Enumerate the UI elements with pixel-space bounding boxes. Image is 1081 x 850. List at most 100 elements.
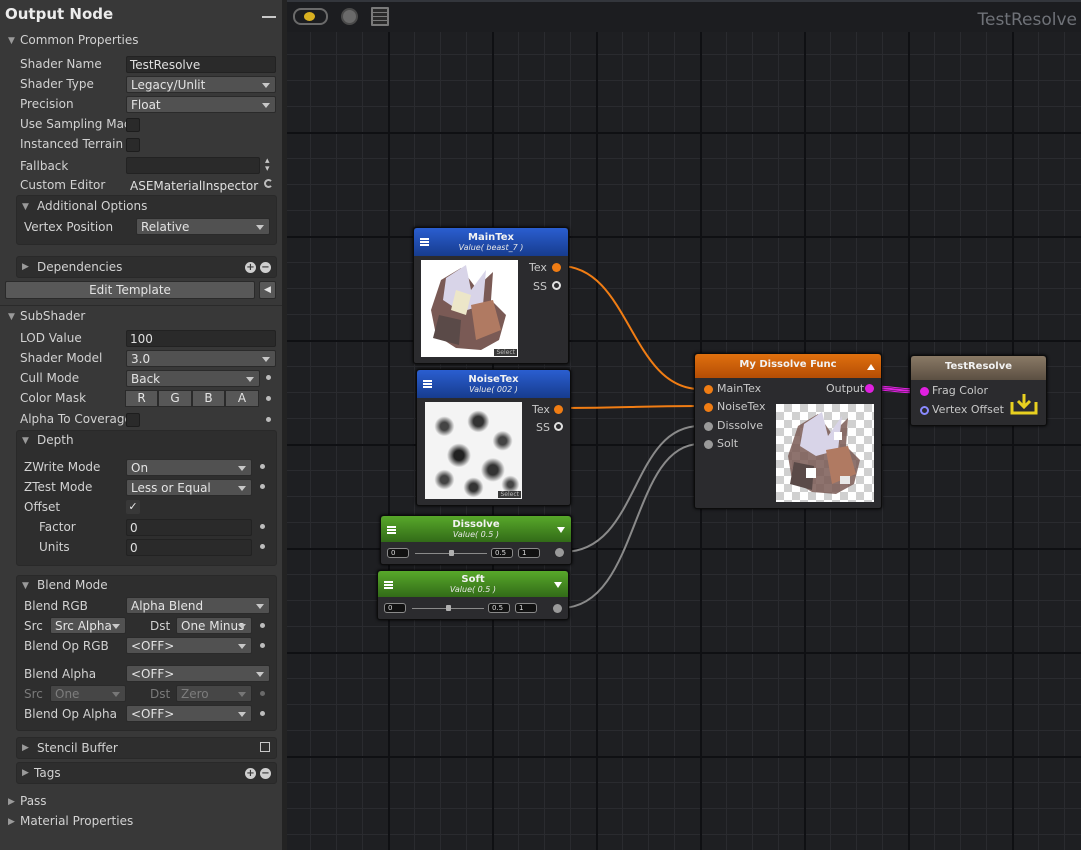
- add-icon[interactable]: +: [245, 262, 256, 273]
- chevron-up-icon[interactable]: [867, 364, 875, 370]
- inline-property-dot[interactable]: [260, 464, 265, 469]
- noise-texture-preview[interactable]: Select: [425, 402, 522, 499]
- float-output-port[interactable]: [555, 548, 564, 557]
- texture-preview[interactable]: Select: [421, 260, 518, 357]
- noisetex-input-port[interactable]: [704, 403, 713, 412]
- min-field[interactable]: 0: [387, 548, 409, 558]
- blend-op-rgb-dropdown[interactable]: <OFF>: [126, 637, 252, 654]
- chevron-down-icon[interactable]: [557, 527, 565, 533]
- slider-knob[interactable]: [446, 605, 451, 611]
- depth-header[interactable]: Depth: [37, 433, 74, 447]
- updown-arrows-icon[interactable]: ▴ ▾: [265, 157, 270, 174]
- inline-property-dot[interactable]: [260, 691, 265, 696]
- color-mask-b-toggle[interactable]: B: [192, 390, 225, 407]
- edit-template-button[interactable]: Edit Template: [5, 281, 255, 299]
- vertex-offset-input-port[interactable]: [920, 406, 929, 415]
- inline-property-dot[interactable]: [260, 484, 265, 489]
- foldout-closed-icon[interactable]: ▶: [22, 262, 29, 272]
- save-download-icon[interactable]: [1010, 392, 1038, 416]
- blend-mode-header[interactable]: Blend Mode: [37, 578, 108, 592]
- color-mask-r-toggle[interactable]: R: [125, 390, 158, 407]
- inline-property-dot[interactable]: [266, 396, 271, 401]
- chevron-down-icon[interactable]: [554, 582, 562, 588]
- node-header[interactable]: My Dissolve Func: [695, 354, 881, 378]
- node-header[interactable]: TestResolve: [911, 356, 1046, 380]
- precision-dropdown[interactable]: Float: [126, 96, 276, 113]
- color-output-port[interactable]: [865, 384, 874, 393]
- max-field[interactable]: 1: [518, 548, 540, 558]
- blend-rgb-dropdown[interactable]: Alpha Blend: [126, 597, 270, 614]
- foldout-closed-icon[interactable]: ▶: [8, 817, 15, 827]
- shader-type-dropdown[interactable]: Legacy/Unlit: [126, 76, 276, 93]
- tex-output-port[interactable]: [554, 405, 563, 414]
- ss-output-port[interactable]: [554, 422, 563, 431]
- frag-color-input-port[interactable]: [920, 387, 929, 396]
- menu-icon[interactable]: [387, 526, 396, 534]
- value-slider[interactable]: [415, 550, 487, 559]
- pass-header[interactable]: Pass: [20, 794, 47, 808]
- instanced-terrain-checkbox[interactable]: [126, 138, 140, 152]
- menu-icon[interactable]: [384, 581, 393, 589]
- inline-property-dot[interactable]: [260, 711, 265, 716]
- shader-model-dropdown[interactable]: 3.0: [126, 350, 276, 367]
- foldout-open-icon[interactable]: ▼: [22, 436, 29, 446]
- float-output-port[interactable]: [553, 604, 562, 613]
- stencil-toggle-checkbox[interactable]: [260, 742, 270, 752]
- units-input[interactable]: 0: [126, 539, 252, 556]
- value-field[interactable]: 0.5: [491, 548, 513, 558]
- value-slider[interactable]: [412, 605, 484, 614]
- inline-property-dot[interactable]: [260, 524, 265, 529]
- src-alpha-dropdown[interactable]: One: [50, 685, 126, 702]
- shader-name-input[interactable]: TestResolve: [126, 56, 276, 73]
- select-button[interactable]: Select: [498, 491, 521, 498]
- zwrite-dropdown[interactable]: On: [126, 459, 252, 476]
- remove-icon[interactable]: −: [260, 262, 271, 273]
- src-dropdown[interactable]: Src Alpha: [50, 617, 126, 634]
- dependencies-header[interactable]: Dependencies: [37, 260, 122, 274]
- result-preview[interactable]: [776, 404, 874, 502]
- cull-mode-dropdown[interactable]: Back: [126, 370, 260, 387]
- vertex-position-dropdown[interactable]: Relative: [136, 218, 270, 235]
- subshader-header[interactable]: SubShader: [20, 309, 85, 323]
- ss-output-port[interactable]: [552, 281, 561, 290]
- offset-checkbox[interactable]: ✓: [126, 500, 140, 514]
- solt-input-port[interactable]: [704, 440, 713, 449]
- alpha-to-coverage-checkbox[interactable]: [126, 413, 140, 427]
- node-header[interactable]: Dissolve Value( 0.5 ): [381, 516, 571, 542]
- max-field[interactable]: 1: [515, 603, 537, 613]
- dissolve-node[interactable]: Dissolve Value( 0.5 ) 0 0.5 1: [380, 515, 572, 565]
- inline-property-dot[interactable]: [260, 623, 265, 628]
- fallback-input[interactable]: [126, 157, 260, 174]
- preview-sphere-icon[interactable]: [341, 8, 358, 25]
- inline-property-dot[interactable]: [266, 375, 271, 380]
- common-properties-header[interactable]: Common Properties: [20, 33, 139, 47]
- dst-alpha-dropdown[interactable]: Zero: [176, 685, 252, 702]
- maintex-node[interactable]: MainTex Value( beast_7 ) Select Tex SS: [413, 227, 569, 364]
- remove-icon[interactable]: −: [260, 768, 271, 779]
- material-properties-header[interactable]: Material Properties: [20, 814, 133, 828]
- inline-property-dot[interactable]: [266, 417, 271, 422]
- master-output-node[interactable]: TestResolve Frag Color Vertex Offset: [910, 355, 1047, 426]
- foldout-open-icon[interactable]: ▼: [8, 36, 15, 46]
- ztest-dropdown[interactable]: Less or Equal: [126, 479, 252, 496]
- custom-editor-input[interactable]: ASEMaterialInspector: [126, 177, 260, 194]
- live-mode-icon[interactable]: [293, 8, 328, 25]
- sampling-macros-checkbox[interactable]: [126, 118, 140, 132]
- foldout-closed-icon[interactable]: ▶: [22, 743, 29, 753]
- document-icon[interactable]: [371, 7, 389, 26]
- noisetex-node[interactable]: NoiseTex Value( 002 ) Select Tex SS: [416, 369, 571, 506]
- foldout-open-icon[interactable]: ▼: [22, 202, 29, 212]
- blend-alpha-dropdown[interactable]: <OFF>: [126, 665, 270, 682]
- tags-header[interactable]: Tags: [34, 766, 61, 780]
- maintex-input-port[interactable]: [704, 385, 713, 394]
- node-header[interactable]: NoiseTex Value( 002 ): [417, 370, 570, 398]
- color-mask-a-toggle[interactable]: A: [225, 390, 259, 407]
- slider-knob[interactable]: [449, 550, 454, 556]
- soft-node[interactable]: Soft Value( 0.5 ) 0 0.5 1: [377, 570, 569, 620]
- refresh-icon[interactable]: [264, 179, 273, 188]
- add-icon[interactable]: +: [245, 768, 256, 779]
- color-mask-g-toggle[interactable]: G: [158, 390, 192, 407]
- additional-options-header[interactable]: Additional Options: [37, 199, 147, 213]
- node-header[interactable]: Soft Value( 0.5 ): [378, 571, 568, 597]
- foldout-open-icon[interactable]: ▼: [8, 312, 15, 322]
